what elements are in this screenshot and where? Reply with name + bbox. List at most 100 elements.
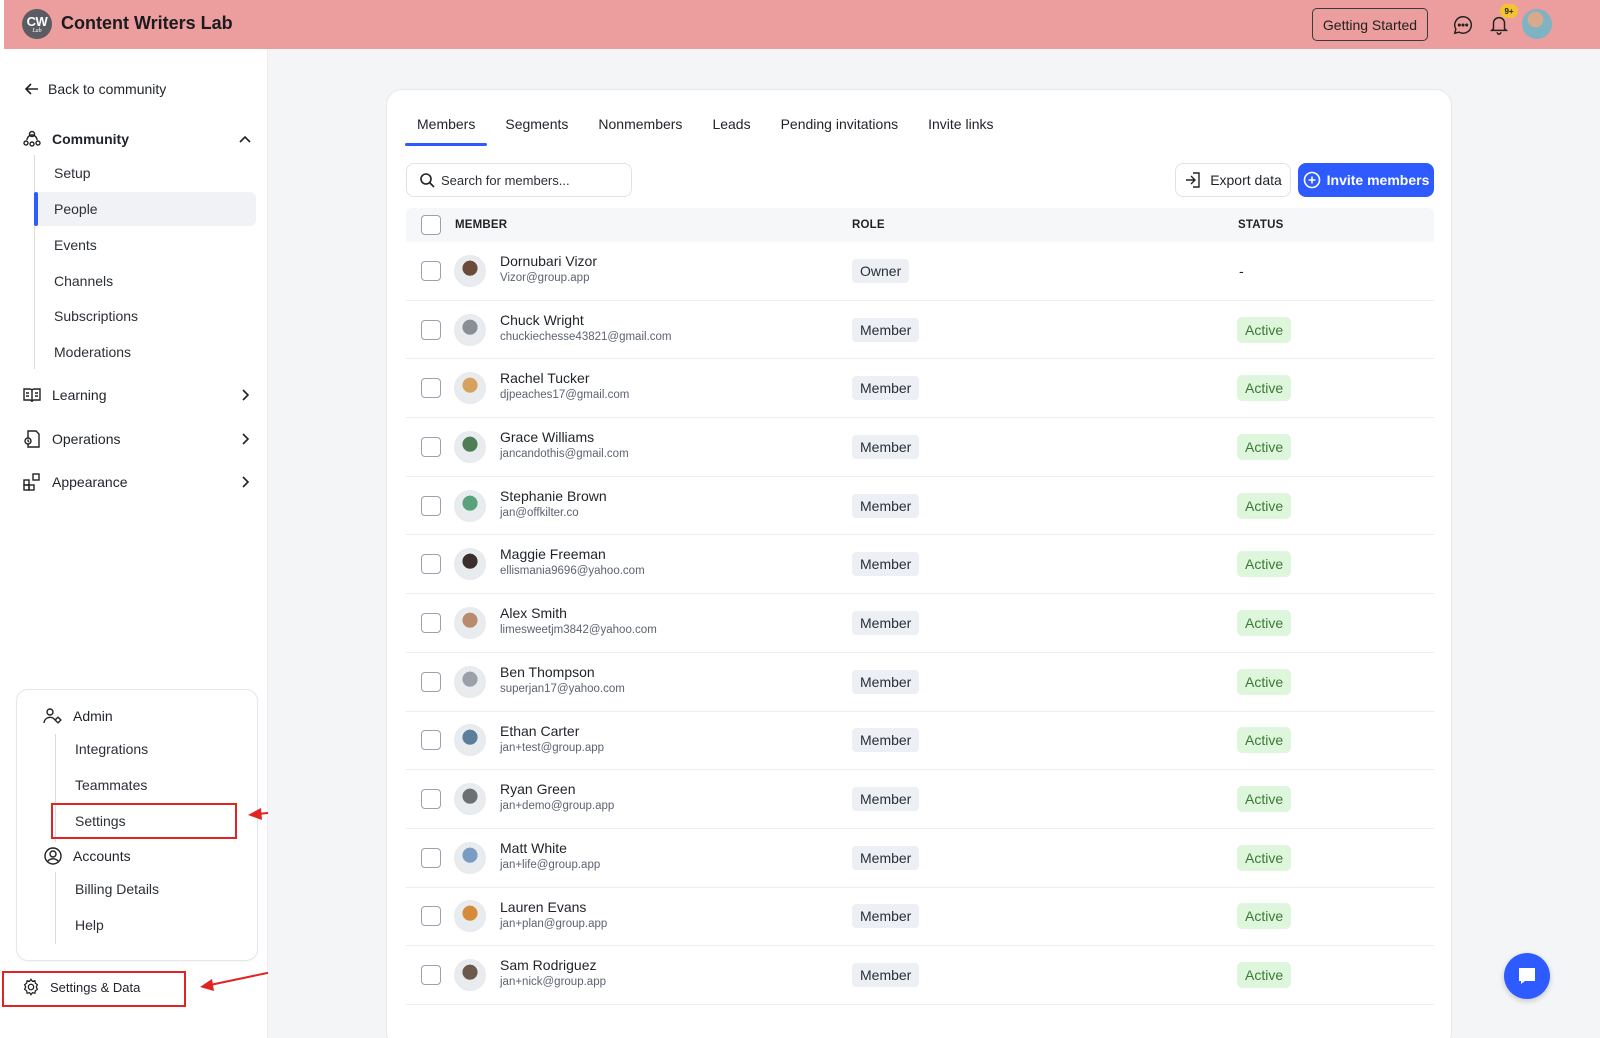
member-avatar[interactable] — [454, 724, 486, 757]
sidebar-group-community[interactable]: Community — [22, 129, 252, 149]
admin-item-integrations[interactable]: Integrations — [75, 741, 148, 757]
row-checkbox[interactable] — [421, 847, 441, 868]
table-row[interactable]: Stephanie Brown jan@offkilter.co Member … — [406, 477, 1434, 536]
sidebar-item-subscriptions[interactable]: Subscriptions — [54, 308, 138, 324]
status-empty: - — [1239, 262, 1244, 279]
member-name[interactable]: Stephanie Brown — [500, 488, 607, 504]
row-checkbox[interactable] — [421, 260, 441, 281]
accounts-label: Accounts — [73, 848, 131, 864]
member-avatar[interactable] — [454, 313, 486, 346]
member-name[interactable]: Grace Williams — [500, 429, 629, 445]
member-avatar[interactable] — [454, 665, 486, 698]
accounts-item-billing[interactable]: Billing Details — [75, 881, 159, 897]
row-checkbox[interactable] — [421, 671, 441, 692]
member-avatar[interactable] — [454, 959, 486, 992]
table-row[interactable]: Ethan Carter jan+test@group.app Member A… — [406, 712, 1434, 771]
appearance-label: Appearance — [52, 474, 128, 490]
member-name[interactable]: Chuck Wright — [500, 312, 671, 328]
row-checkbox[interactable] — [421, 906, 441, 927]
export-data-button[interactable]: Export data — [1175, 163, 1291, 197]
tab-leads[interactable]: Leads — [712, 116, 750, 146]
sidebar-item-people[interactable]: People — [54, 201, 98, 217]
member-name[interactable]: Lauren Evans — [500, 899, 607, 915]
member-email: jan+life@group.app — [500, 858, 601, 871]
member-name[interactable]: Maggie Freeman — [500, 546, 645, 562]
admin-item-teammates[interactable]: Teammates — [75, 777, 147, 793]
brand-logo[interactable]: CW Lab — [22, 9, 52, 39]
getting-started-button[interactable]: Getting Started — [1312, 8, 1428, 41]
status-badge: Active — [1237, 727, 1292, 754]
member-name[interactable]: Dornubari Vizor — [500, 253, 597, 269]
admin-icon — [43, 708, 62, 724]
sidebar-item-channels[interactable]: Channels — [54, 273, 113, 289]
sidebar-group-operations[interactable]: Operations — [22, 429, 252, 449]
table-row[interactable]: Ben Thompson superjan17@yahoo.com Member… — [406, 653, 1434, 712]
table-row[interactable]: Grace Williams jancandothis@gmail.com Me… — [406, 418, 1434, 477]
row-checkbox[interactable] — [421, 319, 441, 340]
member-info: Lauren Evans jan+plan@group.app — [500, 899, 607, 930]
row-checkbox[interactable] — [421, 612, 441, 633]
status-badge: Active — [1237, 903, 1292, 930]
support-chat-button[interactable] — [1504, 953, 1550, 999]
brand-name[interactable]: Content Writers Lab — [61, 13, 233, 34]
user-avatar[interactable] — [1522, 9, 1552, 39]
member-avatar[interactable] — [454, 900, 486, 933]
role-badge: Member — [852, 845, 920, 870]
member-avatar[interactable] — [454, 841, 486, 874]
member-email: jan+nick@group.app — [500, 976, 606, 989]
sidebar-group-learning[interactable]: Learning — [22, 385, 252, 405]
row-checkbox[interactable] — [421, 730, 441, 751]
table-row[interactable]: Matt White jan+life@group.app Member Act… — [406, 829, 1434, 888]
sidebar-item-moderations[interactable]: Moderations — [54, 344, 131, 360]
row-checkbox[interactable] — [421, 495, 441, 516]
member-name[interactable]: Matt White — [500, 840, 600, 856]
invite-members-button[interactable]: Invite members — [1298, 163, 1434, 197]
chat-icon[interactable] — [1452, 14, 1474, 36]
table-row[interactable]: Lauren Evans jan+plan@group.app Member A… — [406, 888, 1434, 947]
member-avatar[interactable] — [454, 430, 486, 463]
appearance-icon — [23, 473, 40, 491]
member-avatar[interactable] — [454, 489, 486, 522]
tab-segments[interactable]: Segments — [505, 116, 568, 146]
table-row[interactable]: Alex Smith limesweetjm3842@yahoo.com Mem… — [406, 594, 1434, 653]
member-name[interactable]: Alex Smith — [500, 605, 657, 621]
search-input[interactable] — [441, 172, 621, 188]
member-avatar[interactable] — [454, 254, 486, 287]
row-checkbox[interactable] — [421, 965, 441, 986]
sidebar-item-events[interactable]: Events — [54, 237, 97, 253]
tab-members[interactable]: Members — [404, 116, 488, 146]
accounts-item-help[interactable]: Help — [75, 917, 104, 933]
accounts-section[interactable]: Accounts — [43, 846, 131, 866]
member-avatar[interactable] — [454, 606, 486, 639]
row-checkbox[interactable] — [421, 554, 441, 575]
table-row[interactable]: Chuck Wright chuckiechesse43821@gmail.co… — [406, 301, 1434, 360]
member-name[interactable]: Rachel Tucker — [500, 370, 629, 386]
member-avatar[interactable] — [454, 783, 486, 816]
tab-pending-invitations[interactable]: Pending invitations — [781, 116, 899, 146]
table-row[interactable]: Sam Rodriguez jan+nick@group.app Member … — [406, 946, 1434, 1005]
table-row[interactable]: Dornubari Vizor Vizor@group.app Owner - — [406, 242, 1434, 301]
member-avatar[interactable] — [454, 372, 486, 405]
chevron-up-icon — [239, 135, 251, 143]
member-name[interactable]: Ryan Green — [500, 781, 614, 797]
row-checkbox[interactable] — [421, 789, 441, 810]
table-row[interactable]: Maggie Freeman ellismania9696@yahoo.com … — [406, 535, 1434, 595]
sidebar-group-appearance[interactable]: Appearance — [22, 472, 252, 492]
role-badge: Member — [852, 728, 920, 753]
member-search[interactable] — [406, 163, 632, 197]
member-name[interactable]: Ethan Carter — [500, 723, 604, 739]
select-all-checkbox[interactable] — [421, 215, 441, 235]
arrow-left-icon — [24, 83, 38, 95]
row-checkbox[interactable] — [421, 436, 441, 457]
table-row[interactable]: Ryan Green jan+demo@group.app Member Act… — [406, 770, 1434, 829]
back-to-community-link[interactable]: Back to community — [24, 81, 166, 97]
tab-invite-links[interactable]: Invite links — [928, 116, 993, 146]
table-row[interactable]: Rachel Tucker djpeaches17@gmail.com Memb… — [406, 359, 1434, 419]
row-checkbox[interactable] — [421, 378, 441, 399]
member-name[interactable]: Sam Rodriguez — [500, 957, 606, 973]
sidebar-item-setup[interactable]: Setup — [54, 165, 91, 181]
member-avatar[interactable] — [454, 548, 486, 581]
tab-nonmembers[interactable]: Nonmembers — [598, 116, 682, 146]
member-name[interactable]: Ben Thompson — [500, 664, 625, 680]
admin-section[interactable]: Admin — [43, 706, 113, 726]
